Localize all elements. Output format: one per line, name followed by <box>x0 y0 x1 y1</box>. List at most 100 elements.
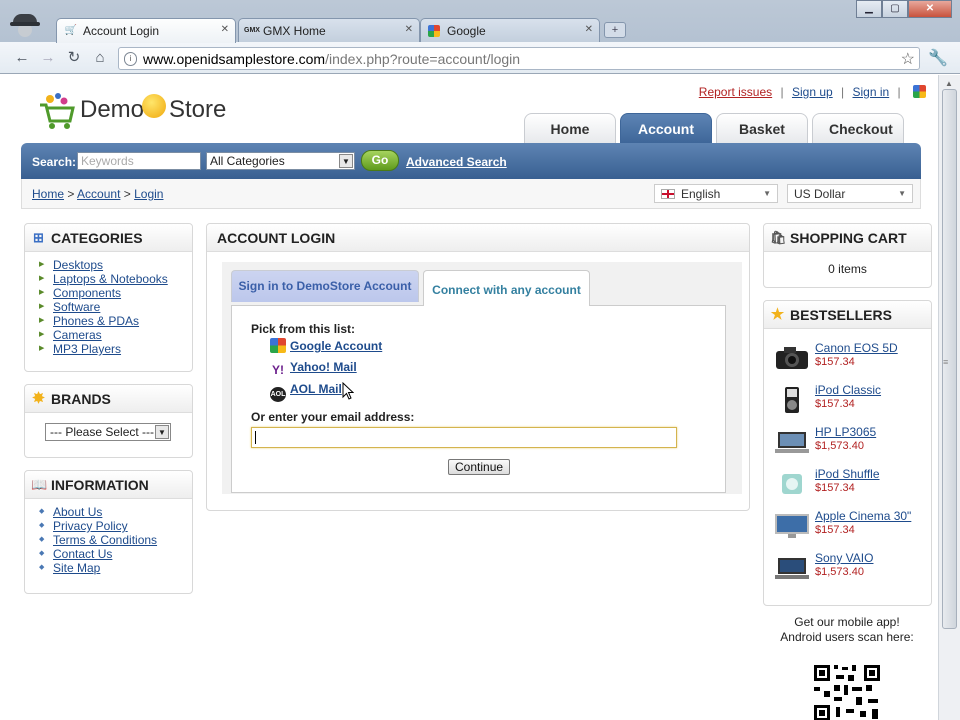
sign-in-link[interactable]: Sign in <box>852 85 889 99</box>
language-select[interactable]: English ▼ <box>654 184 778 203</box>
tab-demostore-signin[interactable]: Sign in to DemoStore Account <box>231 270 419 302</box>
close-tab-icon[interactable]: ✕ <box>585 24 593 35</box>
category-link[interactable]: Desktops <box>53 258 103 272</box>
product-link[interactable]: Apple Cinema 30" <box>815 509 911 523</box>
qr-code-icon[interactable] <box>812 663 882 720</box>
product-link[interactable]: iPod Shuffle <box>815 467 880 481</box>
info-link[interactable]: Terms & Conditions <box>53 533 157 547</box>
chevron-down-icon[interactable]: ▼ <box>339 154 353 168</box>
cart-logo-icon <box>40 93 75 129</box>
back-button[interactable]: ← <box>12 48 32 68</box>
information-header: 📖 INFORMATION <box>25 471 192 499</box>
product-link[interactable]: Canon EOS 5D <box>815 341 898 355</box>
search-input[interactable]: Keywords <box>77 152 201 170</box>
product-price: $1,573.40 <box>815 440 864 452</box>
reload-button[interactable]: ↻ <box>64 48 84 68</box>
breadcrumb: Home > Account > Login <box>32 187 163 201</box>
close-window-button[interactable]: ✕ <box>908 0 952 18</box>
google-account-link[interactable]: Google Account <box>290 339 382 353</box>
incognito-icon <box>10 14 40 40</box>
shopping-cart-title: SHOPPING CART <box>790 230 907 246</box>
product-link[interactable]: Sony VAIO <box>815 551 873 565</box>
category-link[interactable]: Phones & PDAs <box>53 314 139 328</box>
info-link[interactable]: Privacy Policy <box>53 519 128 533</box>
list-item: iPod Classic $157.34 <box>774 383 934 419</box>
report-issues-link[interactable]: Report issues <box>699 85 772 99</box>
google-icon[interactable] <box>913 85 926 98</box>
product-link[interactable]: iPod Classic <box>815 383 881 397</box>
close-tab-icon[interactable]: ✕ <box>405 24 413 35</box>
page-info-icon[interactable]: i <box>124 52 137 66</box>
camera-icon <box>776 347 808 369</box>
email-label: Or enter your email address: <box>251 410 415 424</box>
minimize-button[interactable]: ▁ <box>856 0 882 18</box>
list-item: ◆ About Us <box>39 505 192 519</box>
yahoo-mail-link[interactable]: Yahoo! Mail <box>290 360 357 374</box>
tab-label: GMX Home <box>263 24 326 38</box>
aol-mail-link[interactable]: AOL Mail <box>290 382 342 396</box>
forward-button[interactable]: → <box>38 48 58 68</box>
ipod-icon <box>785 387 799 413</box>
close-tab-icon[interactable]: ✕ <box>221 24 229 35</box>
nav-basket[interactable]: Basket <box>716 113 808 143</box>
category-link[interactable]: Components <box>53 286 121 300</box>
email-field[interactable] <box>251 427 677 448</box>
product-price: $157.34 <box>815 482 855 494</box>
category-link[interactable]: Cameras <box>53 328 102 342</box>
categories-title: CATEGORIES <box>51 230 143 246</box>
breadcrumb-account[interactable]: Account <box>77 187 120 201</box>
continue-button[interactable]: Continue <box>448 459 511 475</box>
list-item: ◆ Terms & Conditions <box>39 533 192 547</box>
tab-gmx-home[interactable]: GMX GMX Home ✕ <box>238 18 420 42</box>
shuffle-icon <box>782 474 802 494</box>
breadcrumb-separator: > <box>67 187 75 201</box>
product-price: $157.34 <box>815 398 855 410</box>
category-link[interactable]: MP3 Players <box>53 342 121 356</box>
list-item: HP LP3065 $1,573.40 <box>774 425 934 461</box>
home-button[interactable]: ⌂ <box>90 48 110 68</box>
currency-select[interactable]: US Dollar ▼ <box>787 184 913 203</box>
wrench-menu-icon[interactable]: 🔧 <box>928 48 948 68</box>
info-link[interactable]: Site Map <box>53 561 100 575</box>
bestsellers-header: ★ BESTSELLERS <box>764 301 931 329</box>
title-bar: 🛒 Account Login ✕ GMX GMX Home ✕ Google … <box>0 0 960 43</box>
tab-connect-any-account[interactable]: Connect with any account <box>423 270 590 306</box>
laptop-icon <box>775 558 809 579</box>
info-link[interactable]: About Us <box>53 505 102 519</box>
new-tab-button[interactable]: + <box>604 22 626 38</box>
product-link[interactable]: HP LP3065 <box>815 425 876 439</box>
list-item: Sony VAIO $1,573.40 <box>774 551 934 587</box>
url-host: www.openidsamplestore.com <box>143 51 326 67</box>
brand-select[interactable]: --- Please Select --- ▼ <box>45 423 171 441</box>
tab-google[interactable]: Google ✕ <box>420 18 600 42</box>
category-link[interactable]: Laptops & Notebooks <box>53 272 168 286</box>
bookmark-star-icon[interactable]: ☆ <box>901 49 915 69</box>
nav-checkout[interactable]: Checkout <box>812 113 904 143</box>
category-select[interactable]: All Categories ▼ <box>206 152 355 170</box>
url-path: /index.php?route=account/login <box>325 51 521 67</box>
currency-value: US Dollar <box>794 187 846 201</box>
info-link[interactable]: Contact Us <box>53 547 112 561</box>
scroll-up-icon[interactable]: ▲ <box>945 79 953 88</box>
address-bar[interactable]: i www.openidsamplestore.com/index.php?ro… <box>118 47 920 70</box>
browser-toolbar: ← → ↻ ⌂ i www.openidsamplestore.com/inde… <box>0 42 960 74</box>
tab-account-login[interactable]: 🛒 Account Login ✕ <box>56 18 236 43</box>
sign-up-link[interactable]: Sign up <box>792 85 833 99</box>
cart-icon: 🛒 <box>64 25 78 36</box>
bestsellers-box: ★ BESTSELLERS Canon EOS 5D $157.34 iPod … <box>763 300 932 606</box>
breadcrumb-home[interactable]: Home <box>32 187 64 201</box>
breadcrumb-login[interactable]: Login <box>134 187 163 201</box>
vertical-scrollbar[interactable]: ▲ ≡ <box>938 75 960 720</box>
maximize-button[interactable]: ▢ <box>882 0 908 18</box>
category-link[interactable]: Software <box>53 300 100 314</box>
advanced-search-link[interactable]: Advanced Search <box>406 155 507 169</box>
nav-account[interactable]: Account <box>620 113 712 143</box>
mobile-line1: Get our mobile app! <box>794 615 900 629</box>
chevron-down-icon[interactable]: ▼ <box>155 425 169 439</box>
yahoo-icon: Y! <box>272 363 284 377</box>
product-price: $1,573.40 <box>815 566 864 578</box>
store-logo[interactable]: Demo Store <box>38 89 238 133</box>
go-button[interactable]: Go <box>361 150 399 171</box>
main-nav: Home Account Basket Checkout <box>524 113 904 143</box>
nav-home[interactable]: Home <box>524 113 616 143</box>
